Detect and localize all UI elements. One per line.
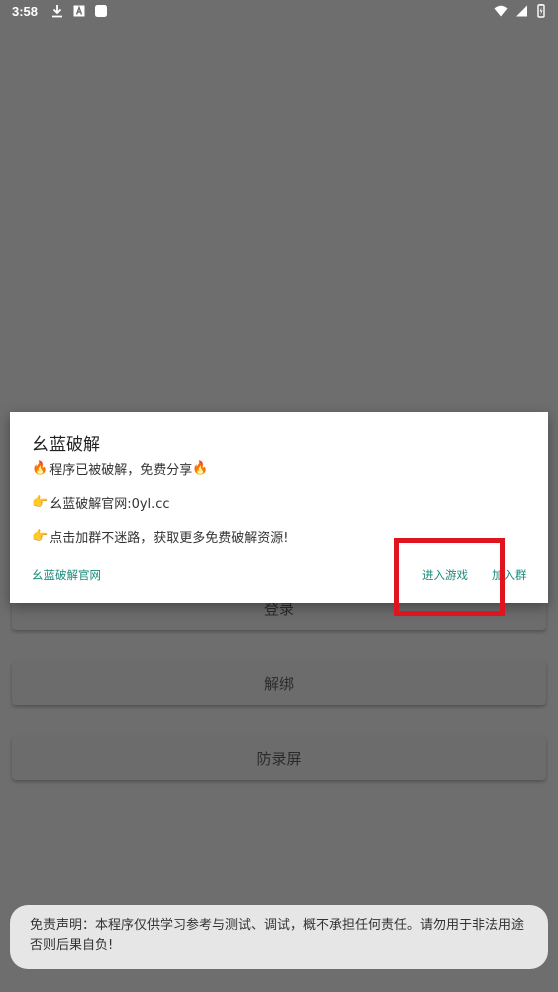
app-screen: 3:58 登录 解绑 防录屏 幺蓝破解 🔥 程序已被破解，免费分享 🔥 👉 幺蓝… (0, 0, 558, 992)
dialog-line-website: 👉 幺蓝破解官网:0yl.cc (32, 493, 170, 512)
unbind-button-label: 解绑 (263, 674, 294, 693)
anti-record-button[interactable]: 防录屏 (12, 736, 546, 780)
pointing-hand-icon: 👉 (32, 529, 49, 544)
dialog-line-shared: 🔥 程序已被破解，免费分享 🔥 (32, 459, 209, 478)
fire-icon: 🔥 (192, 461, 209, 476)
dialog-line-join-group: 👉 点击加群不迷路，获取更多免费破解资源! (32, 527, 288, 546)
dialog-line-shared-text: 程序已被破解，免费分享 (49, 463, 193, 478)
download-icon (52, 5, 62, 18)
official-site-button[interactable]: 幺蓝破解官网 (32, 567, 101, 583)
crack-info-dialog: 幺蓝破解 🔥 程序已被破解，免费分享 🔥 👉 幺蓝破解官网:0yl.cc 👉 点… (10, 412, 548, 603)
status-time: 3:58 (12, 4, 39, 19)
battery-icon (537, 4, 545, 18)
signal-icon (516, 5, 527, 17)
status-bar: 3:58 (0, 0, 558, 24)
join-group-button[interactable]: 加入群 (492, 567, 527, 583)
app-square-icon (95, 5, 107, 17)
dialog-line-join-group-text: 点击加群不迷路，获取更多免费破解资源! (49, 531, 289, 546)
unbind-button[interactable]: 解绑 (12, 661, 546, 705)
status-left-icons (50, 4, 108, 18)
enter-game-button[interactable]: 进入游戏 (422, 567, 468, 583)
dialog-title: 幺蓝破解 (32, 435, 100, 455)
fire-icon: 🔥 (32, 461, 49, 476)
pointing-hand-icon: 👉 (32, 495, 49, 510)
anti-record-button-label: 防录屏 (256, 749, 302, 768)
dialog-line-website-text: 幺蓝破解官网:0yl.cc (49, 497, 170, 512)
wifi-icon (494, 5, 508, 17)
status-right-icons (494, 4, 548, 18)
font-app-icon (73, 5, 85, 17)
disclaimer-toast: 免责声明：本程序仅供学习参考与测试、调试，概不承担任何责任。请勿用于非法用途否则… (10, 905, 548, 969)
